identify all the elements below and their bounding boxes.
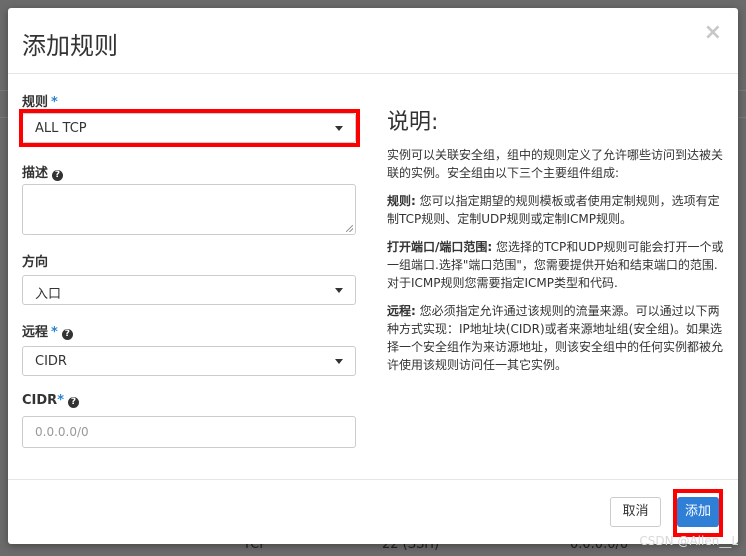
help-rule-text: 您可以指定期望的规则模板或者使用定制规则，选项有定制TCP规则、定制UDP规则或… <box>387 194 720 226</box>
help-panel: 说明: 实例可以关联安全组，组中的规则定义了允许哪些访问到达被关联的实例。安全组… <box>387 104 727 384</box>
help-rule-paragraph: 规则: 您可以指定期望的规则模板或者使用定制规则，选项有定制TCP规则、定制UD… <box>387 192 727 228</box>
direction-select[interactable]: 入口 <box>22 275 356 305</box>
help-title: 说明: <box>387 110 439 135</box>
cidr-label: CIDR*? <box>22 393 79 408</box>
cidr-input[interactable]: 0.0.0.0/0 <box>22 416 356 448</box>
dialog-header: 添加规则 × <box>8 8 738 74</box>
cidr-input-placeholder: 0.0.0.0/0 <box>35 425 89 439</box>
help-port-paragraph: 打开端口/端口范围: 您选择的TCP和UDP规则可能会打开一个或一组端口.选择"… <box>387 238 727 292</box>
help-port-heading: 打开端口/端口范围: <box>387 240 493 254</box>
rule-label: 规则 * <box>22 91 58 110</box>
cidr-label-text: CIDR <box>22 393 58 408</box>
required-asterisk-icon: * <box>57 393 64 408</box>
help-remote-text: 您必须指定允许通过该规则的流量来源。可以通过以下两种方式实现：IP地址块(CID… <box>387 304 724 372</box>
rule-select-value: ALL TCP <box>35 121 87 136</box>
add-button[interactable]: 添加 <box>677 497 719 527</box>
help-question-icon[interactable]: ? <box>68 397 79 408</box>
chevron-down-icon <box>335 359 343 364</box>
remote-label-text: 远程 <box>22 325 49 340</box>
help-rule-heading: 规则: <box>387 194 416 208</box>
chevron-down-icon <box>335 288 343 293</box>
cancel-button[interactable]: 取消 <box>610 497 661 527</box>
required-asterisk-icon: * <box>51 95 58 110</box>
remote-label: 远程 *? <box>22 321 73 340</box>
dialog-title: 添加规则 <box>22 32 118 60</box>
add-rule-dialog: 添加规则 × 规则 * ALL TCP 描述? 方向 入口 远程 *? CIDR C… <box>8 8 738 544</box>
direction-label: 方向 <box>22 255 49 270</box>
help-question-icon[interactable]: ? <box>61 329 73 340</box>
help-question-icon[interactable]: ? <box>52 170 64 181</box>
direction-select-value: 入口 <box>35 287 62 302</box>
rule-select[interactable]: ALL TCP <box>22 113 356 143</box>
chevron-down-icon <box>335 126 343 131</box>
watermark: CSDN @Allen__L <box>639 534 738 548</box>
close-icon[interactable]: × <box>704 22 722 44</box>
remote-select-value: CIDR <box>35 354 67 369</box>
help-intro: 实例可以关联安全组，组中的规则定义了允许哪些访问到达被关联的实例。安全组由以下三… <box>387 148 724 180</box>
resize-handle-icon[interactable] <box>346 225 353 232</box>
description-textarea[interactable] <box>22 184 356 235</box>
description-label: 描述? <box>22 162 64 181</box>
required-asterisk-icon: * <box>51 325 58 340</box>
description-label-text: 描述 <box>22 166 49 181</box>
dialog-footer: 取消 添加 <box>8 479 738 545</box>
help-remote-heading: 远程: <box>387 304 416 318</box>
rule-label-text: 规则 <box>22 95 49 110</box>
remote-select[interactable]: CIDR <box>22 346 356 376</box>
help-remote-paragraph: 远程: 您必须指定允许通过该规则的流量来源。可以通过以下两种方式实现：IP地址块… <box>387 302 727 374</box>
